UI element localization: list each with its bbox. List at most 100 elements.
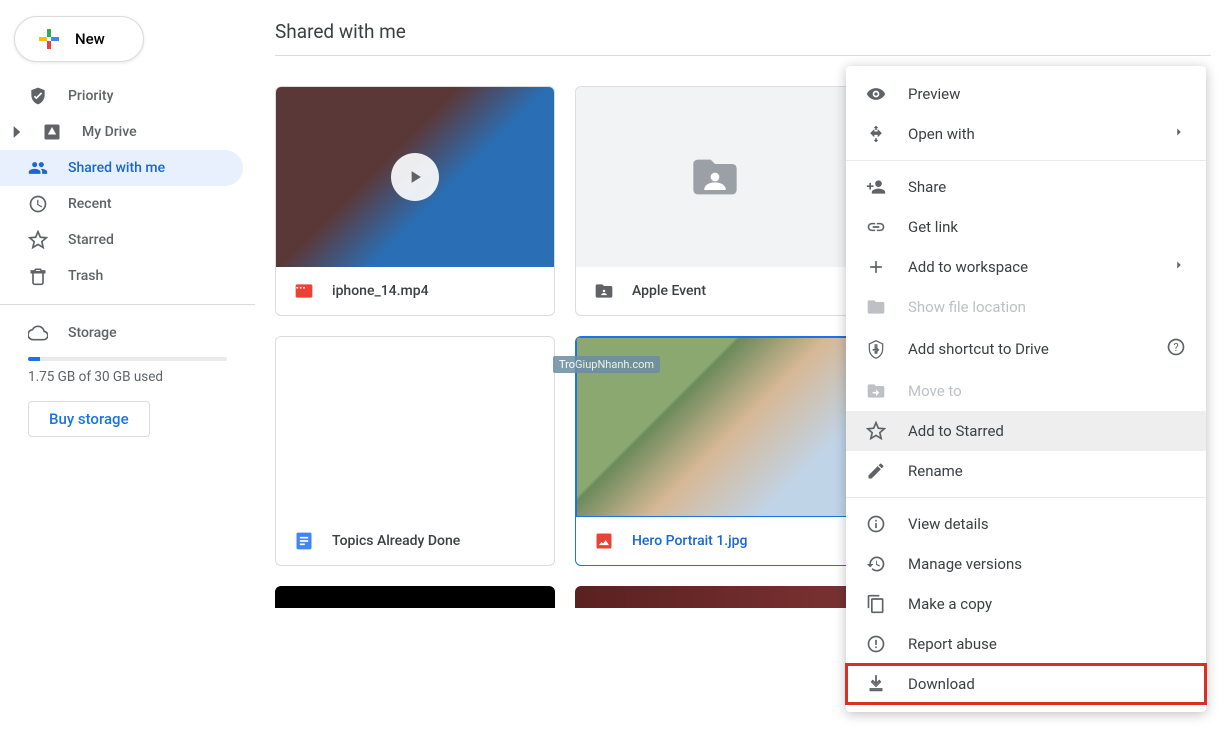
menu-label: Rename <box>908 462 963 480</box>
sidebar-item-shared[interactable]: Shared with me <box>0 150 243 186</box>
menu-add-workspace[interactable]: Add to workspace <box>846 247 1206 287</box>
download-icon <box>866 674 886 694</box>
file-name: iphone_14.mp4 <box>332 283 429 299</box>
folder-icon <box>866 297 886 317</box>
sidebar-item-mydrive[interactable]: My Drive <box>0 114 243 150</box>
cloud-icon <box>28 323 48 343</box>
menu-label: Share <box>908 178 946 196</box>
sidebar-item-label: Shared with me <box>68 160 165 176</box>
file-thumbnail <box>276 337 554 517</box>
play-icon <box>391 153 439 201</box>
watermark: TroGiupNhanh.com <box>553 356 660 373</box>
open-with-icon <box>866 124 886 144</box>
star-icon <box>866 421 886 441</box>
new-button[interactable]: New <box>14 16 144 62</box>
divider <box>846 160 1206 161</box>
help-icon[interactable]: ? <box>1166 337 1186 361</box>
priority-icon <box>28 86 48 106</box>
menu-label: Move to <box>908 382 962 400</box>
person-add-icon <box>866 177 886 197</box>
menu-label: Add to workspace <box>908 258 1028 276</box>
menu-label: Download <box>908 675 975 693</box>
recent-icon <box>28 194 48 214</box>
video-file-icon <box>294 281 314 301</box>
docs-icon <box>294 531 314 551</box>
file-card[interactable]: Apple Event <box>575 86 855 316</box>
starred-icon <box>28 230 48 250</box>
plus-icon <box>37 27 61 51</box>
sidebar-item-label: Recent <box>68 196 112 212</box>
page-title: Shared with me <box>275 20 1211 43</box>
sidebar-item-trash[interactable]: Trash <box>0 258 243 294</box>
info-icon <box>866 514 886 534</box>
menu-open-with[interactable]: Open with <box>846 114 1206 154</box>
trash-icon <box>28 266 48 286</box>
sidebar-item-label: Storage <box>68 325 117 341</box>
chevron-right-icon <box>1172 258 1186 276</box>
file-card[interactable] <box>575 586 855 608</box>
pencil-icon <box>866 461 886 481</box>
menu-rename[interactable]: Rename <box>846 451 1206 491</box>
file-thumbnail <box>576 87 854 267</box>
shortcut-icon <box>866 339 886 359</box>
menu-label: View details <box>908 515 989 533</box>
chevron-right-icon <box>12 122 22 142</box>
copy-icon <box>866 594 886 614</box>
file-name: Topics Already Done <box>332 533 460 549</box>
folder-icon <box>683 151 747 203</box>
storage-usage-text: 1.75 GB of 30 GB used <box>0 369 255 385</box>
file-card[interactable]: Topics Already Done <box>275 336 555 566</box>
menu-label: Show file location <box>908 298 1026 316</box>
menu-label: Get link <box>908 218 958 236</box>
image-file-icon <box>594 531 614 551</box>
sidebar-item-label: Trash <box>68 268 103 284</box>
sidebar: New Priority My Drive Shared with me Rec… <box>0 0 255 628</box>
divider <box>275 55 1211 56</box>
file-card[interactable] <box>275 586 555 608</box>
menu-view-details[interactable]: View details <box>846 504 1206 544</box>
menu-preview[interactable]: Preview <box>846 74 1206 114</box>
sidebar-item-label: Starred <box>68 232 114 248</box>
eye-icon <box>866 84 886 104</box>
menu-label: Open with <box>908 125 975 143</box>
file-name: Hero Portrait 1.jpg <box>632 533 748 549</box>
menu-get-link[interactable]: Get link <box>846 207 1206 247</box>
menu-label: Add to Starred <box>908 422 1004 440</box>
file-card[interactable]: iphone_14.mp4 <box>275 86 555 316</box>
plus-icon <box>866 257 886 277</box>
sidebar-item-priority[interactable]: Priority <box>0 78 243 114</box>
sidebar-item-label: My Drive <box>82 124 137 140</box>
storage-bar <box>28 357 227 361</box>
move-to-icon <box>866 381 886 401</box>
svg-text:?: ? <box>1173 341 1178 354</box>
menu-label: Add shortcut to Drive <box>908 340 1049 358</box>
shared-icon <box>28 158 48 178</box>
history-icon <box>866 554 886 574</box>
context-menu: Preview Open with Share Get link Add to … <box>846 66 1206 712</box>
chevron-right-icon <box>1172 125 1186 143</box>
menu-show-file-location: Show file location <box>846 287 1206 327</box>
divider <box>0 304 255 305</box>
warning-icon <box>866 634 886 654</box>
divider <box>846 497 1206 498</box>
sidebar-item-storage[interactable]: Storage <box>0 315 243 351</box>
menu-report-abuse[interactable]: Report abuse <box>846 624 1206 664</box>
menu-label: Make a copy <box>908 595 992 613</box>
drive-icon <box>42 122 62 142</box>
sidebar-item-label: Priority <box>68 88 113 104</box>
menu-add-starred[interactable]: Add to Starred <box>846 411 1206 451</box>
menu-share[interactable]: Share <box>846 167 1206 207</box>
menu-download[interactable]: Download <box>846 664 1206 704</box>
sidebar-item-recent[interactable]: Recent <box>0 186 243 222</box>
menu-add-shortcut[interactable]: Add shortcut to Drive? <box>846 327 1206 371</box>
file-name: Apple Event <box>632 283 706 299</box>
buy-storage-button[interactable]: Buy storage <box>28 401 150 437</box>
menu-label: Manage versions <box>908 555 1022 573</box>
menu-label: Report abuse <box>908 635 997 653</box>
menu-manage-versions[interactable]: Manage versions <box>846 544 1206 584</box>
menu-make-copy[interactable]: Make a copy <box>846 584 1206 624</box>
menu-move-to: Move to <box>846 371 1206 411</box>
sidebar-item-starred[interactable]: Starred <box>0 222 243 258</box>
link-icon <box>866 217 886 237</box>
file-thumbnail <box>276 87 554 267</box>
